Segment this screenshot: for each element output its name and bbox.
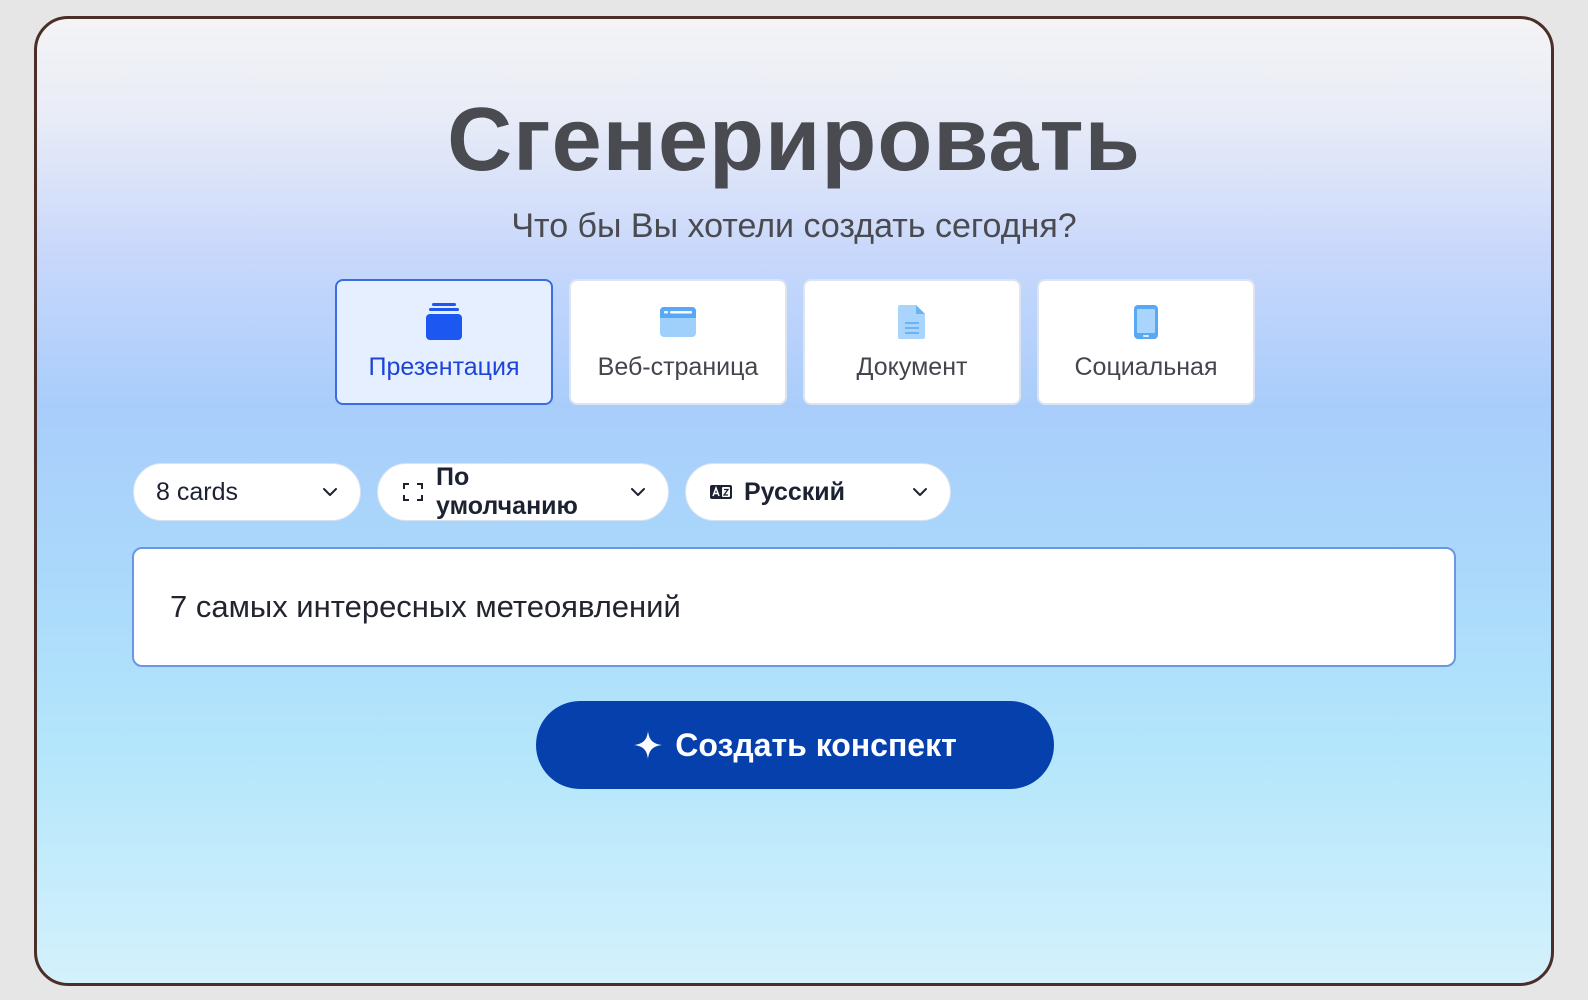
type-document-card[interactable]: Документ xyxy=(803,279,1021,405)
stack-icon xyxy=(423,303,465,341)
cards-count-value: 8 cards xyxy=(156,477,238,506)
cards-count-dropdown[interactable]: 8 cards xyxy=(133,463,361,521)
page-subtitle: Что бы Вы хотели создать сегодня? xyxy=(511,207,1077,245)
translate-icon xyxy=(708,482,734,502)
browser-window-icon xyxy=(657,303,699,341)
prompt-input[interactable] xyxy=(170,589,1418,625)
type-document-label: Документ xyxy=(856,353,968,381)
type-presentation-card[interactable]: Презентация xyxy=(335,279,553,405)
aspect-ratio-icon xyxy=(400,482,426,502)
content-type-selector: Презентация Веб-страница Документ Социал… xyxy=(335,279,1255,405)
type-webpage-card[interactable]: Веб-страница xyxy=(569,279,787,405)
chevron-down-icon xyxy=(323,488,337,496)
page-title: Сгенерировать xyxy=(447,90,1141,190)
create-outline-label: Создать конспект xyxy=(675,726,957,763)
generate-panel: Сгенерировать Что бы Вы хотели создать с… xyxy=(34,16,1554,986)
chevron-down-icon xyxy=(913,488,927,496)
generation-options: 8 cards По умолчанию Русский xyxy=(133,463,951,521)
sparkle-icon xyxy=(634,731,663,759)
format-value: По умолчанию xyxy=(436,463,578,520)
format-dropdown[interactable]: По умолчанию xyxy=(377,463,669,521)
prompt-box xyxy=(132,547,1456,667)
type-presentation-label: Презентация xyxy=(368,353,520,381)
language-dropdown[interactable]: Русский xyxy=(685,463,951,521)
type-social-card[interactable]: Социальная xyxy=(1037,279,1255,405)
phone-icon xyxy=(1125,303,1167,341)
type-social-label: Социальная xyxy=(1074,353,1218,381)
create-outline-button[interactable]: Создать конспект xyxy=(536,701,1054,789)
document-icon xyxy=(891,303,933,341)
chevron-down-icon xyxy=(631,488,645,496)
type-webpage-label: Веб-страница xyxy=(597,353,759,381)
language-value: Русский xyxy=(744,477,846,506)
